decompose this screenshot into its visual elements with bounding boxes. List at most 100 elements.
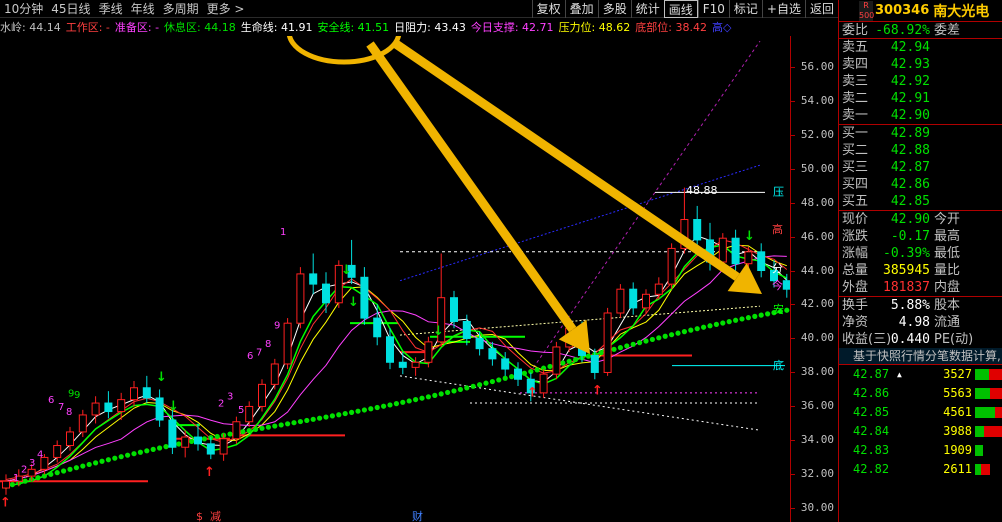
safety-line-dot bbox=[413, 396, 419, 403]
overlay-button[interactable]: 叠加 bbox=[564, 0, 598, 18]
tick-bar bbox=[975, 369, 989, 380]
sell-signal-arrow-icon: ↓ bbox=[433, 324, 444, 339]
bid-2-value: 42.88 bbox=[890, 143, 930, 158]
candle-body bbox=[322, 283, 330, 304]
ask-3-label: 卖三 bbox=[842, 74, 869, 89]
bid-1-value: 42.89 bbox=[890, 126, 930, 141]
bid-4-value: 42.86 bbox=[890, 177, 930, 192]
tick-row[interactable]: 42.82 2611 bbox=[839, 460, 1002, 479]
quote-2-row[interactable]: 涨幅 -0.39% 最低 bbox=[839, 245, 1002, 262]
indicator-6: 日阻力: 43.43 bbox=[394, 21, 466, 34]
quote-panel: R 500 300346 南大光电 委比 -68.92% 委差 卖五 42.94 卖四… bbox=[838, 0, 1002, 522]
safety-line-dot bbox=[406, 398, 412, 404]
tick-price: 42.85 bbox=[853, 405, 890, 419]
price-tick-mark bbox=[791, 372, 795, 374]
restore-rights-button[interactable]: 复权 bbox=[531, 0, 565, 18]
f10-button[interactable]: F10 bbox=[697, 0, 729, 18]
safety-line-dot bbox=[118, 454, 124, 460]
period-year[interactable]: 年线 bbox=[127, 0, 159, 17]
mark-button[interactable]: 标记 bbox=[728, 0, 762, 18]
safety-line-dot bbox=[112, 455, 118, 461]
period-multi[interactable]: 多周期 bbox=[159, 0, 203, 17]
safety-line-dot bbox=[662, 333, 668, 339]
tick-volume: 3527 bbox=[943, 367, 972, 381]
safety-line-dot bbox=[285, 421, 291, 427]
quote-1-row[interactable]: 涨跌 -0.17 最高 bbox=[839, 228, 1002, 245]
safety-line-dot bbox=[163, 444, 169, 450]
candle-body bbox=[104, 402, 113, 413]
nine-turn-count: 9 bbox=[274, 320, 280, 331]
candle-body bbox=[462, 320, 471, 339]
candle-body bbox=[155, 397, 164, 421]
candle-body bbox=[117, 399, 126, 413]
quote-4-row[interactable]: 外盘 181837 内盘 bbox=[839, 279, 1002, 296]
safety-line-dot bbox=[425, 394, 431, 400]
candle-body bbox=[782, 280, 790, 290]
candle-body bbox=[552, 346, 561, 375]
price-tick-label: 40.00 bbox=[800, 331, 834, 345]
ask-5-row[interactable]: 卖五 42.94 bbox=[839, 39, 1002, 56]
candlestick-chart[interactable]: 123467 8912356 7899↓↓↓↓↓↓↑↑↑ ↑48.88 压高分今安底$ 减… bbox=[0, 36, 790, 522]
ask-1-row[interactable]: 卖一 42.90 bbox=[839, 107, 1002, 124]
quote-2-label2: 最低 bbox=[934, 246, 961, 261]
candle-body bbox=[270, 363, 279, 385]
back-button[interactable]: 返回 bbox=[804, 0, 838, 18]
safety-line-dot bbox=[393, 401, 399, 407]
sell-signal-arrow-icon: ↓ bbox=[744, 229, 755, 244]
fund-2-value: 0.440 bbox=[890, 332, 930, 347]
indicator-2: 准备区: - bbox=[114, 21, 160, 34]
fund-2-label: 收益(三) bbox=[842, 332, 892, 347]
draw-line-button[interactable]: 画线 bbox=[663, 0, 698, 18]
candle-body bbox=[53, 445, 62, 458]
safety-line-dot bbox=[624, 343, 630, 349]
quote-3-label: 总量 bbox=[842, 263, 869, 278]
indicator-5: 安全线: 41.51 bbox=[317, 21, 390, 34]
bid-5-row[interactable]: 买五 42.85 bbox=[839, 193, 1002, 210]
quote-stats: 现价 42.90 今开 涨跌 -0.17 最高 涨幅 -0.39% 最低 总量 385945 量比 外盘… bbox=[839, 211, 1002, 297]
nine-turn-count: 8 bbox=[66, 407, 72, 418]
tick-row[interactable]: 42.86 5563 bbox=[839, 384, 1002, 403]
period-season[interactable]: 季线 bbox=[95, 0, 127, 17]
quote-0-row[interactable]: 现价 42.90 今开 bbox=[839, 211, 1002, 228]
ask-4-row[interactable]: 卖四 42.93 bbox=[839, 56, 1002, 73]
tick-row[interactable]: 42.85 4561 bbox=[839, 403, 1002, 422]
bid-4-row[interactable]: 买四 42.86 bbox=[839, 176, 1002, 193]
safety-line-dot bbox=[99, 458, 105, 464]
right-level-label: 今 bbox=[772, 278, 783, 292]
period-45day[interactable]: 45日线 bbox=[47, 0, 94, 17]
nine-turn-count: 3 bbox=[29, 458, 35, 469]
safety-line-dot bbox=[649, 336, 656, 343]
tick-row[interactable]: 42.87 ▲ 3527 bbox=[839, 365, 1002, 384]
ask-3-row[interactable]: 卖三 42.92 bbox=[839, 73, 1002, 90]
safety-line-dot bbox=[22, 478, 28, 484]
safety-line-dot bbox=[291, 420, 297, 426]
event-label: 减 bbox=[210, 510, 221, 522]
price-tick-mark bbox=[791, 66, 795, 68]
stock-header[interactable]: R 500 300346 南大光电 bbox=[839, 0, 1002, 22]
ask-2-row[interactable]: 卖二 42.91 bbox=[839, 90, 1002, 107]
safety-line-dot bbox=[445, 389, 451, 396]
right-level-label: 分 bbox=[772, 262, 783, 275]
add-watchlist-button[interactable]: +自选 bbox=[761, 0, 805, 18]
tick-list[interactable]: 42.87 ▲ 3527 42.86 5563 42.85 4561 42.84 3988 42.… bbox=[839, 365, 1002, 479]
tick-note: 基于快照行情分笔数据计算, bbox=[839, 348, 1002, 365]
safety-line-dot bbox=[201, 436, 207, 442]
fund-2-row[interactable]: 收益(三) 0.440 PE(动) bbox=[839, 331, 1002, 348]
multi-stock-button[interactable]: 多股 bbox=[597, 0, 631, 18]
tick-bar bbox=[975, 426, 984, 437]
quote-0-label: 现价 bbox=[842, 212, 869, 227]
indicator-1: 工作区: - bbox=[65, 21, 110, 34]
candle-body bbox=[616, 288, 625, 314]
period-more[interactable]: 更多 > bbox=[203, 0, 249, 17]
fund-0-row[interactable]: 换手 5.88% 股本 bbox=[839, 297, 1002, 314]
statistics-button[interactable]: 统计 bbox=[630, 0, 664, 18]
bid-1-row[interactable]: 买一 42.89 bbox=[839, 125, 1002, 142]
tick-row[interactable]: 42.83 1909 bbox=[839, 441, 1002, 460]
fund-1-row[interactable]: 净资 4.98 流通 bbox=[839, 314, 1002, 331]
period-10min[interactable]: 10分钟 bbox=[0, 0, 47, 17]
up-triangle-icon: ▲ bbox=[897, 370, 902, 379]
bid-3-row[interactable]: 买三 42.87 bbox=[839, 159, 1002, 176]
tick-row[interactable]: 42.84 3988 bbox=[839, 422, 1002, 441]
quote-3-row[interactable]: 总量 385945 量比 bbox=[839, 262, 1002, 279]
bid-2-row[interactable]: 买二 42.88 bbox=[839, 142, 1002, 159]
